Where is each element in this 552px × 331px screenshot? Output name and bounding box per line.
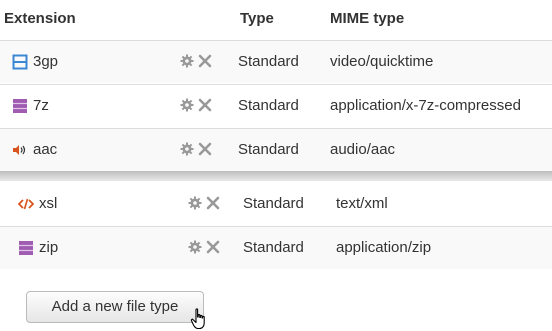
archive-icon [13, 98, 27, 113]
table-row: aac Standard audio/aac [0, 128, 552, 171]
table-header: Extension Type MIME type [0, 0, 552, 40]
type-cell: Standard [243, 239, 304, 256]
mime-cell: application/x-7z-compressed [330, 97, 521, 114]
table-row: zip Standard application/zip [0, 226, 552, 269]
header-extension: Extension [4, 10, 76, 27]
scroll-gap-divider [0, 171, 552, 181]
extension-label: zip [39, 239, 59, 256]
delete-icon[interactable] [198, 142, 212, 156]
type-cell: Standard [238, 53, 299, 70]
header-mime: MIME type [330, 10, 405, 27]
code-icon [18, 198, 34, 209]
header-type: Type [240, 10, 274, 27]
row-actions [180, 54, 212, 68]
extension-label: 7z [33, 97, 49, 114]
gear-icon[interactable] [180, 142, 194, 156]
delete-icon[interactable] [206, 240, 220, 254]
mime-cell: text/xml [336, 195, 388, 212]
mime-cell: video/quicktime [330, 53, 434, 70]
extension-label: 3gp [33, 53, 59, 70]
row-actions [188, 240, 220, 254]
gear-icon[interactable] [180, 98, 194, 112]
mime-cell: audio/aac [330, 141, 396, 158]
type-cell: Standard [238, 141, 299, 158]
table-row: 7z Standard application/x-7z-compressed [0, 84, 552, 127]
audio-icon [13, 144, 26, 155]
row-actions [180, 142, 212, 156]
extension-label: xsl [39, 195, 58, 212]
extension-cell: xsl [18, 195, 57, 212]
row-actions [180, 98, 212, 112]
delete-icon[interactable] [198, 54, 212, 68]
delete-icon[interactable] [198, 98, 212, 112]
type-cell: Standard [238, 97, 299, 114]
extension-cell: zip [18, 239, 58, 256]
delete-icon[interactable] [206, 196, 220, 210]
gear-icon[interactable] [188, 240, 202, 254]
type-cell: Standard [243, 195, 304, 212]
archive-icon [19, 240, 33, 255]
extension-cell: aac [12, 141, 57, 158]
video-icon [12, 54, 28, 69]
extension-cell: 7z [12, 97, 49, 114]
row-actions [188, 196, 220, 210]
table-row: 3gp Standard video/quicktime [0, 40, 552, 83]
gear-icon[interactable] [180, 54, 194, 68]
gear-icon[interactable] [188, 196, 202, 210]
table-row: xsl Standard text/xml [0, 183, 552, 226]
extension-cell: 3gp [12, 53, 58, 70]
add-file-type-button[interactable]: Add a new file type [26, 291, 204, 323]
extension-label: aac [33, 141, 58, 158]
hand-cursor-icon [190, 308, 205, 330]
mime-cell: application/zip [336, 239, 432, 256]
